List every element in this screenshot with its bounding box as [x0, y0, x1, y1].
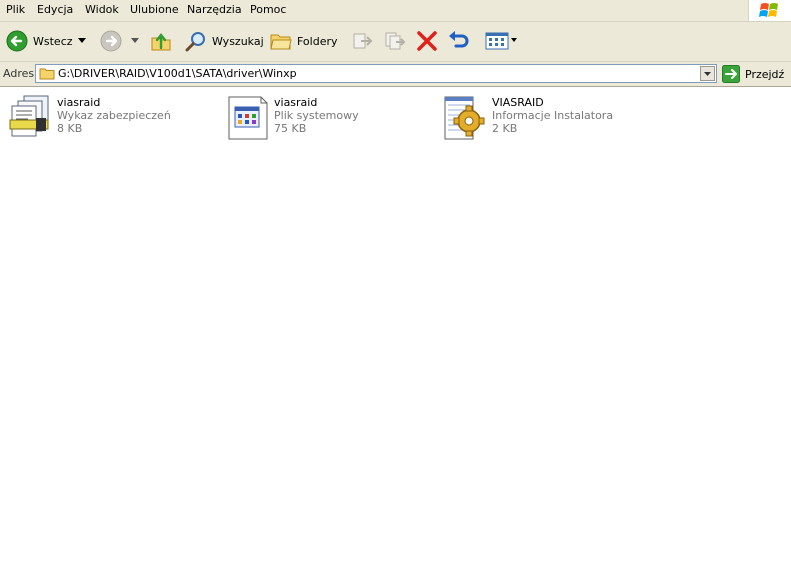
setup-information-icon	[444, 96, 485, 140]
back-dropdown-icon[interactable]	[78, 38, 86, 44]
chevron-down-icon	[704, 72, 711, 76]
address-bar: Adres G:\DRIVER\RAID\V100d1\SATA\driver\…	[0, 62, 791, 87]
file-type: Informacje Instalatora	[492, 109, 614, 122]
views-dropdown-icon	[511, 38, 517, 42]
file-size: 2 KB	[492, 122, 518, 135]
file-item-system-file[interactable]: viasraid Plik systemowy 75 KB	[225, 93, 435, 149]
search-button[interactable]: Wyszukaj	[184, 28, 264, 54]
move-to-icon[interactable]	[352, 31, 374, 51]
undo-icon[interactable]	[447, 30, 471, 52]
windows-logo-icon	[748, 0, 791, 22]
menu-help[interactable]: Pomoc	[250, 4, 286, 16]
forward-dropdown-icon[interactable]	[131, 38, 139, 44]
file-item-setup-information[interactable]: VIASRAID Informacje Instalatora 2 KB	[443, 93, 663, 149]
address-dropdown-button[interactable]	[700, 66, 715, 81]
menu-edit[interactable]: Edycja	[37, 4, 73, 16]
forward-arrow-icon	[100, 30, 122, 52]
menu-favorites[interactable]: Ulubione	[130, 4, 179, 16]
up-folder-icon[interactable]	[150, 30, 172, 52]
file-name: viasraid	[274, 96, 318, 109]
go-label: Przejdź	[745, 68, 785, 81]
security-catalog-icon	[9, 95, 49, 137]
address-path: G:\DRIVER\RAID\V100d1\SATA\driver\Winxp	[58, 67, 297, 80]
menu-view[interactable]: Widok	[85, 4, 119, 16]
menu-tools[interactable]: Narzędzia	[187, 4, 242, 16]
file-item-security-catalog[interactable]: viasraid Wykaz zabezpieczeń 8 KB	[8, 93, 218, 149]
delete-x-icon[interactable]	[416, 30, 438, 52]
views-button[interactable]	[484, 30, 520, 52]
file-size: 8 KB	[57, 122, 83, 135]
go-arrow-icon	[722, 65, 740, 83]
back-button[interactable]: Wstecz	[4, 28, 94, 54]
copy-to-icon[interactable]	[384, 31, 406, 51]
folders-label: Foldery	[297, 35, 338, 48]
forward-button[interactable]	[98, 28, 142, 54]
address-label: Adres	[3, 67, 35, 80]
file-size: 75 KB	[274, 122, 307, 135]
address-input[interactable]: G:\DRIVER\RAID\V100d1\SATA\driver\Winxp	[35, 64, 717, 83]
file-type: Plik systemowy	[274, 109, 359, 122]
file-name: VIASRAID	[492, 96, 544, 109]
views-icon	[485, 32, 509, 50]
search-magnifier-icon	[185, 32, 205, 52]
folders-icon	[270, 34, 292, 50]
standard-toolbar: Wstecz Wyszukaj Foldery	[0, 22, 791, 62]
back-label: Wstecz	[33, 35, 73, 48]
file-list-view: viasraid Wykaz zabezpieczeń 8 KB viasrai…	[0, 87, 791, 573]
folders-button[interactable]: Foldery	[268, 28, 338, 54]
search-label: Wyszukaj	[212, 35, 264, 48]
file-type: Wykaz zabezpieczeń	[57, 109, 171, 122]
file-name: viasraid	[57, 96, 101, 109]
menu-file[interactable]: Plik	[6, 4, 25, 16]
folder-icon	[39, 68, 55, 80]
system-file-icon	[228, 96, 268, 140]
go-button[interactable]: Przejdź	[721, 64, 787, 84]
back-arrow-icon	[6, 30, 28, 52]
menu-bar: Plik Edycja Widok Ulubione Narzędzia Pom…	[0, 0, 791, 22]
